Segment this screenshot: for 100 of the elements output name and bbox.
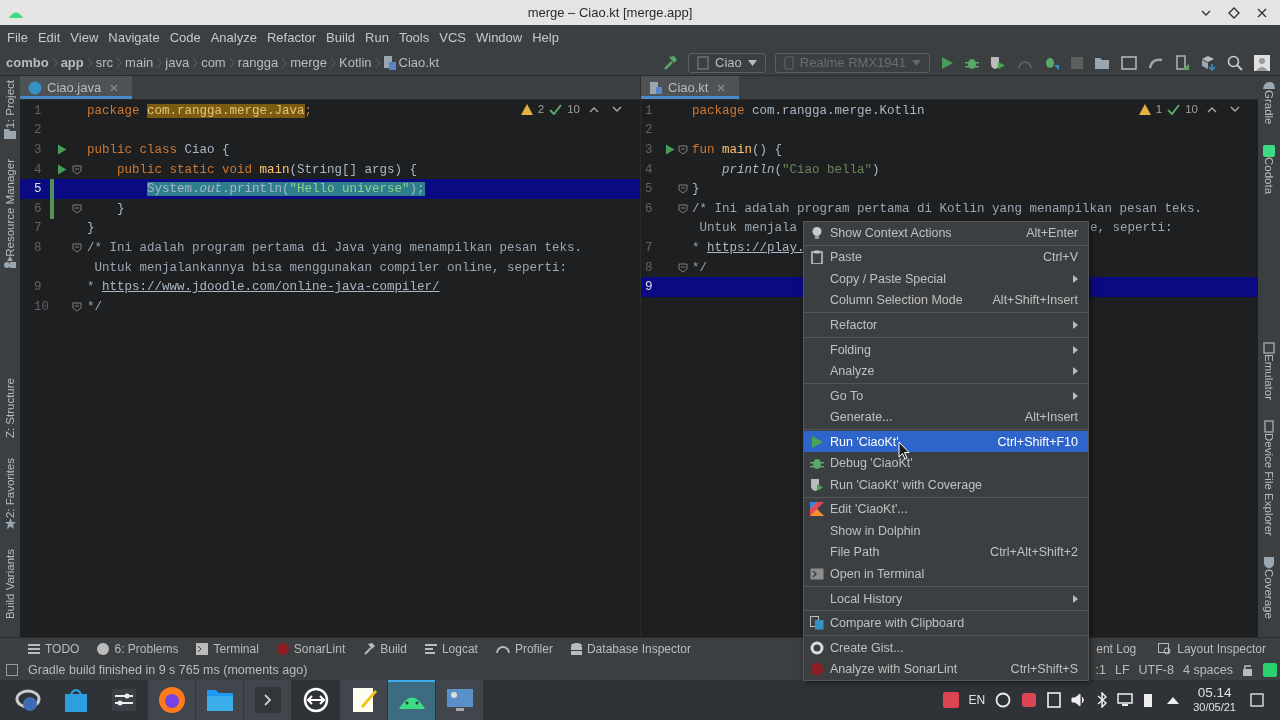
- menu-item[interactable]: VCS: [434, 30, 471, 45]
- menu-item[interactable]: Edit 'CiaoKt'...: [804, 498, 1088, 521]
- menu-item[interactable]: Folding: [804, 338, 1088, 361]
- menu-item[interactable]: Code: [164, 30, 206, 45]
- maximize-icon[interactable]: [1228, 6, 1240, 19]
- breadcrumb-item[interactable]: main: [125, 55, 154, 70]
- menu-item[interactable]: Local History: [804, 587, 1088, 610]
- menu-item[interactable]: Generate... Alt+Insert: [804, 406, 1088, 428]
- menu-item[interactable]: File Path Ctrl+Alt+Shift+2: [804, 541, 1088, 564]
- breadcrumb-item[interactable]: rangga: [237, 55, 279, 70]
- hammer-icon[interactable]: [662, 54, 679, 71]
- file-tab[interactable]: Ciao.java: [20, 76, 133, 99]
- menu-item[interactable]: Run 'CiaoKt' Ctrl+Shift+F10: [804, 430, 1088, 453]
- breadcrumb-item[interactable]: src: [95, 55, 114, 70]
- menu-item[interactable]: Show Context Actions Alt+Enter: [804, 222, 1088, 244]
- close-icon[interactable]: [1256, 6, 1268, 19]
- package-icon[interactable]: [1200, 54, 1216, 71]
- clock-date[interactable]: 30/05/21: [1193, 700, 1236, 714]
- menu-item[interactable]: Help: [527, 30, 564, 45]
- run-gutter-icon[interactable]: [665, 144, 676, 156]
- fold-icon[interactable]: [72, 203, 82, 214]
- run-gutter-icon[interactable]: [57, 144, 67, 156]
- fold-icon[interactable]: [678, 262, 689, 273]
- device-icon[interactable]: [1175, 54, 1189, 71]
- menu-item[interactable]: Run 'CiaoKt' with Coverage: [804, 474, 1088, 496]
- up-arrow-icon[interactable]: [1167, 696, 1180, 704]
- fold-icon[interactable]: [678, 184, 689, 195]
- status-item[interactable]: UTF-8: [1138, 663, 1174, 677]
- menu-item[interactable]: Paste Ctrl+V: [804, 246, 1088, 269]
- tool-window-tab[interactable]: Codota: [1263, 156, 1275, 194]
- tool-window-tab[interactable]: Device File Explorer: [1263, 433, 1275, 537]
- menu-item[interactable]: Analyze with SonarLint Ctrl+Shift+S: [804, 658, 1088, 680]
- menu-item[interactable]: Window: [470, 30, 528, 45]
- tool-window-tab[interactable]: 2: Favorites: [4, 457, 16, 518]
- fold-icon[interactable]: [72, 301, 82, 312]
- search-icon[interactable]: [1227, 54, 1243, 71]
- status-item[interactable]: LF: [1114, 663, 1130, 677]
- status-item[interactable]: :1: [1095, 663, 1106, 677]
- tool-window-tab[interactable]: Emulator: [1263, 354, 1275, 401]
- tool-window-button[interactable]: Profiler: [495, 642, 553, 656]
- keyboard-language[interactable]: EN: [968, 693, 986, 707]
- tool-window-button[interactable]: Build: [363, 642, 407, 656]
- tool-window-button[interactable]: Layout Inspector: [1158, 642, 1266, 656]
- menu-item[interactable]: Run: [360, 30, 394, 45]
- breadcrumb-item[interactable]: com: [201, 55, 226, 70]
- tool-window-tab[interactable]: Gradle: [1263, 90, 1275, 125]
- tool-window-button[interactable]: Terminal: [196, 642, 259, 656]
- breadcrumb-item[interactable]: java: [165, 55, 190, 70]
- menu-item[interactable]: Debug 'CiaoKt': [804, 452, 1088, 474]
- desktop-icon[interactable]: [1250, 693, 1264, 707]
- menu-item[interactable]: Analyze: [804, 360, 1088, 382]
- menu-item[interactable]: Compare with Clipboard: [804, 612, 1088, 634]
- run-config-dropdown[interactable]: Ciao: [688, 52, 766, 73]
- breadcrumb-item[interactable]: combo: [6, 55, 49, 70]
- tool-window-tab[interactable]: 1: Project: [4, 80, 16, 129]
- chevron-icon: [156, 56, 163, 69]
- breadcrumb-item[interactable]: Kotlin: [339, 55, 372, 70]
- menu-item[interactable]: Show in Dolphin: [804, 520, 1088, 542]
- menu-item[interactable]: Create Gist...: [804, 636, 1088, 659]
- folder-icon[interactable]: [1094, 55, 1110, 70]
- bug-arrow-icon[interactable]: [1044, 55, 1060, 70]
- status-item[interactable]: 4 spaces: [1182, 663, 1233, 677]
- fold-icon[interactable]: [72, 164, 82, 175]
- console-icon[interactable]: [1121, 55, 1137, 70]
- clock-time[interactable]: 05.14: [1197, 686, 1232, 700]
- fold-icon[interactable]: [72, 242, 82, 253]
- tool-window-button[interactable]: TODO: [28, 642, 80, 656]
- menu-item[interactable]: Analyze: [205, 30, 262, 45]
- breadcrumb-item[interactable]: app: [60, 55, 84, 70]
- menu-item[interactable]: Go To: [804, 384, 1088, 407]
- tool-window-button[interactable]: Logcat: [424, 642, 478, 656]
- menu-item[interactable]: Open in Terminal: [804, 563, 1088, 585]
- menu-item[interactable]: Refactor: [804, 314, 1088, 336]
- fold-icon[interactable]: [678, 145, 689, 155]
- run-icon[interactable]: [940, 55, 954, 70]
- tool-window-button[interactable]: ent Log: [1096, 642, 1137, 656]
- run-gutter-icon[interactable]: [57, 164, 67, 176]
- tool-window-tab[interactable]: Resource Manager: [4, 158, 16, 257]
- menu-item[interactable]: Build: [321, 30, 360, 45]
- breadcrumb-item[interactable]: merge: [290, 55, 328, 70]
- tool-window-tab[interactable]: Coverage: [1263, 569, 1275, 619]
- menu-item[interactable]: Refactor: [261, 30, 322, 45]
- taskbar-app[interactable]: [340, 680, 387, 720]
- tool-window-button[interactable]: SonarLint: [276, 642, 346, 656]
- shield-play-icon[interactable]: [990, 55, 1006, 70]
- menu-item[interactable]: File: [2, 30, 33, 45]
- user-icon[interactable]: [1254, 54, 1270, 71]
- menu-item[interactable]: Tools: [393, 30, 435, 45]
- file-tab[interactable]: Ciao.kt: [641, 76, 740, 99]
- menu-item[interactable]: Column Selection Mode Alt+Shift+Insert: [804, 289, 1088, 312]
- breadcrumb-item[interactable]: Ciao.kt: [383, 55, 440, 70]
- menu-item[interactable]: Copy / Paste Special: [804, 268, 1088, 290]
- tool-window-button[interactable]: Database Inspector: [570, 642, 691, 656]
- tool-window-tab[interactable]: Z: Structure: [4, 377, 16, 438]
- menu-item[interactable]: View: [65, 30, 104, 45]
- tool-window-button[interactable]: 6: Problems: [97, 642, 179, 656]
- fold-icon[interactable]: [678, 203, 689, 214]
- tool-window-tab[interactable]: Build Variants: [4, 548, 16, 619]
- menu-item[interactable]: Edit: [32, 30, 66, 45]
- menu-item[interactable]: Navigate: [103, 30, 165, 45]
